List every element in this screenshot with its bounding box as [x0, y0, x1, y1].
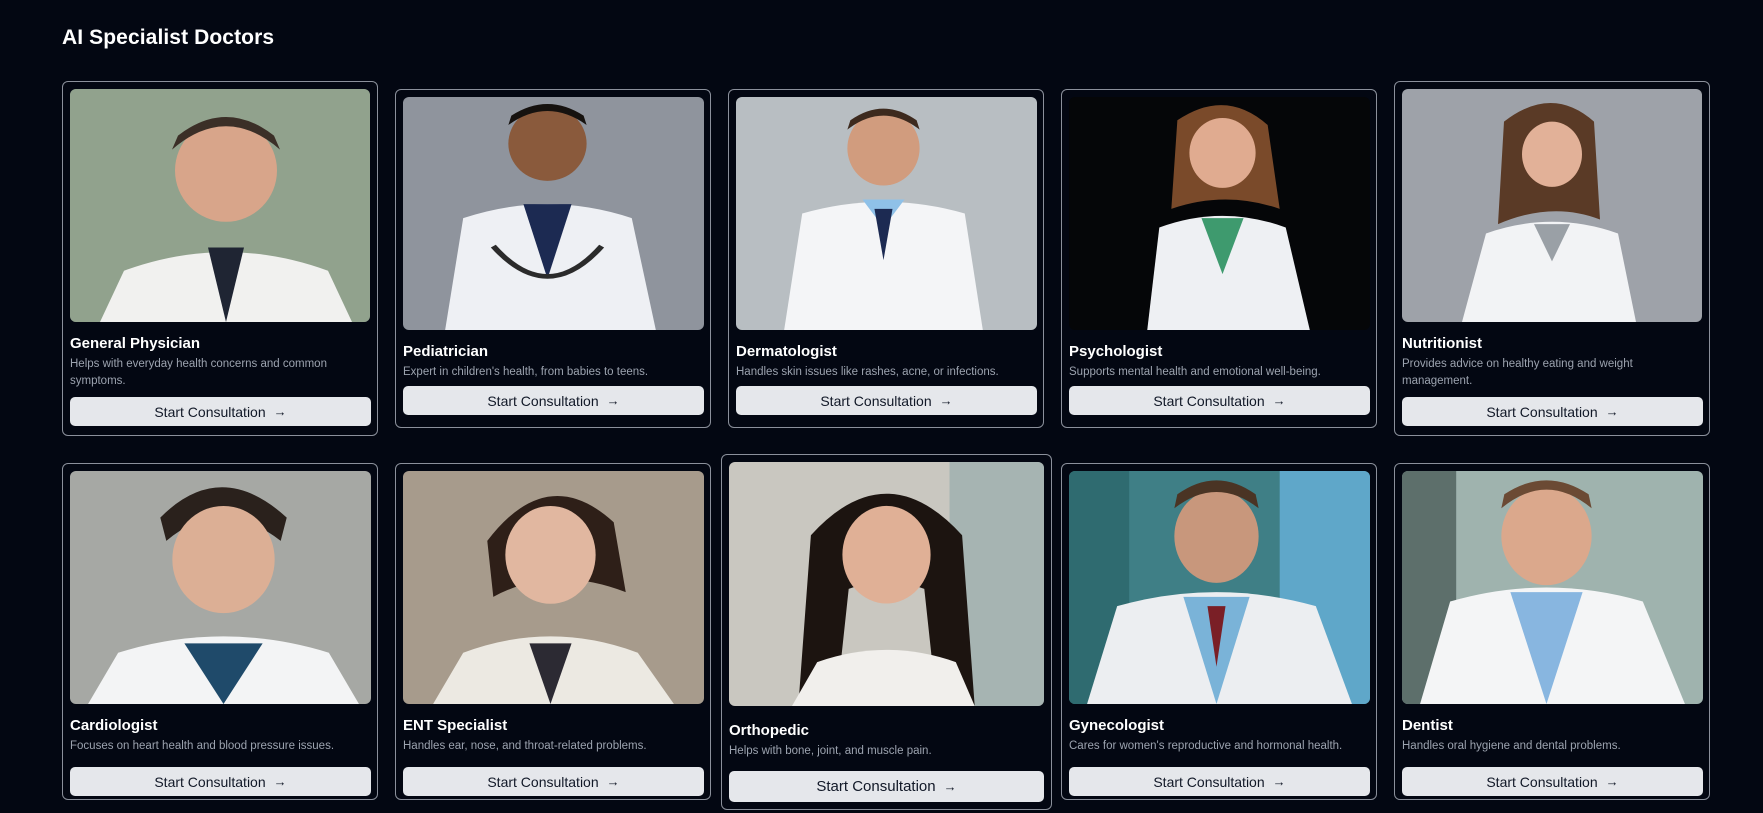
doctor-name: General Physician: [70, 335, 201, 352]
doctor-photo: [1069, 471, 1370, 704]
button-label: Start Consultation: [487, 773, 599, 790]
button-label: Start Consultation: [154, 773, 266, 790]
start-consultation-button[interactable]: Start Consultation →: [1402, 767, 1703, 796]
doctor-photo: [70, 471, 371, 704]
doctor-photo: [729, 462, 1044, 706]
button-label: Start Consultation: [820, 392, 932, 409]
doctor-description: Helps with everyday health concerns and …: [70, 358, 327, 387]
doctor-photo: [1402, 89, 1702, 322]
doctor-photo: [1069, 97, 1370, 330]
doctor-photo: [70, 89, 370, 322]
doctor-name: Cardiologist: [70, 717, 158, 734]
doctor-name: Pediatrician: [403, 343, 489, 360]
doctor-card: Pediatrician Expert in children's health…: [395, 89, 711, 428]
doctor-card: General Physician Helps with everyday he…: [62, 81, 378, 436]
doctor-card: Psychologist Supports mental health and …: [1061, 89, 1377, 428]
arrow-right-icon: →: [939, 393, 953, 408]
button-label: Start Consultation: [1153, 773, 1265, 790]
doctor-description: Supports mental health and emotional wel…: [1069, 366, 1321, 378]
doctor-name: Dentist: [1402, 717, 1453, 734]
doctor-photo: [736, 97, 1037, 330]
arrow-right-icon: →: [1272, 393, 1286, 408]
start-consultation-button[interactable]: Start Consultation →: [70, 397, 371, 426]
doctor-card: Gynecologist Cares for women's reproduct…: [1061, 463, 1377, 800]
start-consultation-button[interactable]: Start Consultation →: [403, 767, 704, 796]
doctor-card: ENT Specialist Handles ear, nose, and th…: [395, 463, 711, 800]
doctor-description: Handles oral hygiene and dental problems…: [1402, 740, 1621, 752]
button-label: Start Consultation: [487, 392, 599, 409]
doctor-description: Handles ear, nose, and throat-related pr…: [403, 740, 647, 752]
doctor-description: Provides advice on healthy eating and we…: [1402, 358, 1633, 387]
arrow-right-icon: →: [1605, 774, 1619, 789]
doctor-photo: [403, 471, 704, 704]
arrow-right-icon: →: [943, 779, 957, 794]
start-consultation-button[interactable]: Start Consultation →: [1069, 767, 1370, 796]
doctor-name: Psychologist: [1069, 343, 1163, 360]
doctor-name: Gynecologist: [1069, 717, 1165, 734]
doctor-name: Nutritionist: [1402, 335, 1482, 352]
doctor-name: ENT Specialist: [403, 717, 508, 734]
doctor-card: Dermatologist Handles skin issues like r…: [728, 89, 1044, 428]
button-label: Start Consultation: [1486, 403, 1598, 420]
arrow-right-icon: →: [606, 393, 620, 408]
arrow-right-icon: →: [1272, 774, 1286, 789]
doctor-photo: [403, 97, 704, 330]
doctor-description: Focuses on heart health and blood pressu…: [70, 740, 335, 752]
doctor-description: Helps with bone, joint, and muscle pain.: [729, 745, 932, 757]
arrow-right-icon: →: [1605, 404, 1619, 419]
doctor-card: Orthopedic Helps with bone, joint, and m…: [721, 454, 1052, 810]
start-consultation-button[interactable]: Start Consultation →: [1402, 397, 1703, 426]
start-consultation-button[interactable]: Start Consultation →: [729, 771, 1044, 802]
button-label: Start Consultation: [1153, 392, 1265, 409]
start-consultation-button[interactable]: Start Consultation →: [70, 767, 371, 796]
arrow-right-icon: →: [273, 774, 287, 789]
doctor-name: Orthopedic: [729, 722, 810, 739]
doctor-card: Cardiologist Focuses on heart health and…: [62, 463, 378, 800]
doctor-description: Expert in children's health, from babies…: [403, 366, 649, 378]
page-title: AI Specialist Doctors: [62, 26, 275, 49]
button-label: Start Consultation: [816, 778, 936, 795]
start-consultation-button[interactable]: Start Consultation →: [736, 386, 1037, 415]
arrow-right-icon: →: [273, 404, 287, 419]
start-consultation-button[interactable]: Start Consultation →: [403, 386, 704, 415]
doctor-card: Nutritionist Provides advice on healthy …: [1394, 81, 1710, 436]
doctor-card: Dentist Handles oral hygiene and dental …: [1394, 463, 1710, 800]
start-consultation-button[interactable]: Start Consultation →: [1069, 386, 1370, 415]
button-label: Start Consultation: [154, 403, 266, 420]
doctor-name: Dermatologist: [736, 343, 837, 360]
button-label: Start Consultation: [1486, 773, 1598, 790]
arrow-right-icon: →: [606, 774, 620, 789]
doctor-photo: [1402, 471, 1703, 704]
doctor-description: Cares for women's reproductive and hormo…: [1069, 740, 1343, 752]
doctor-description: Handles skin issues like rashes, acne, o…: [736, 366, 999, 378]
